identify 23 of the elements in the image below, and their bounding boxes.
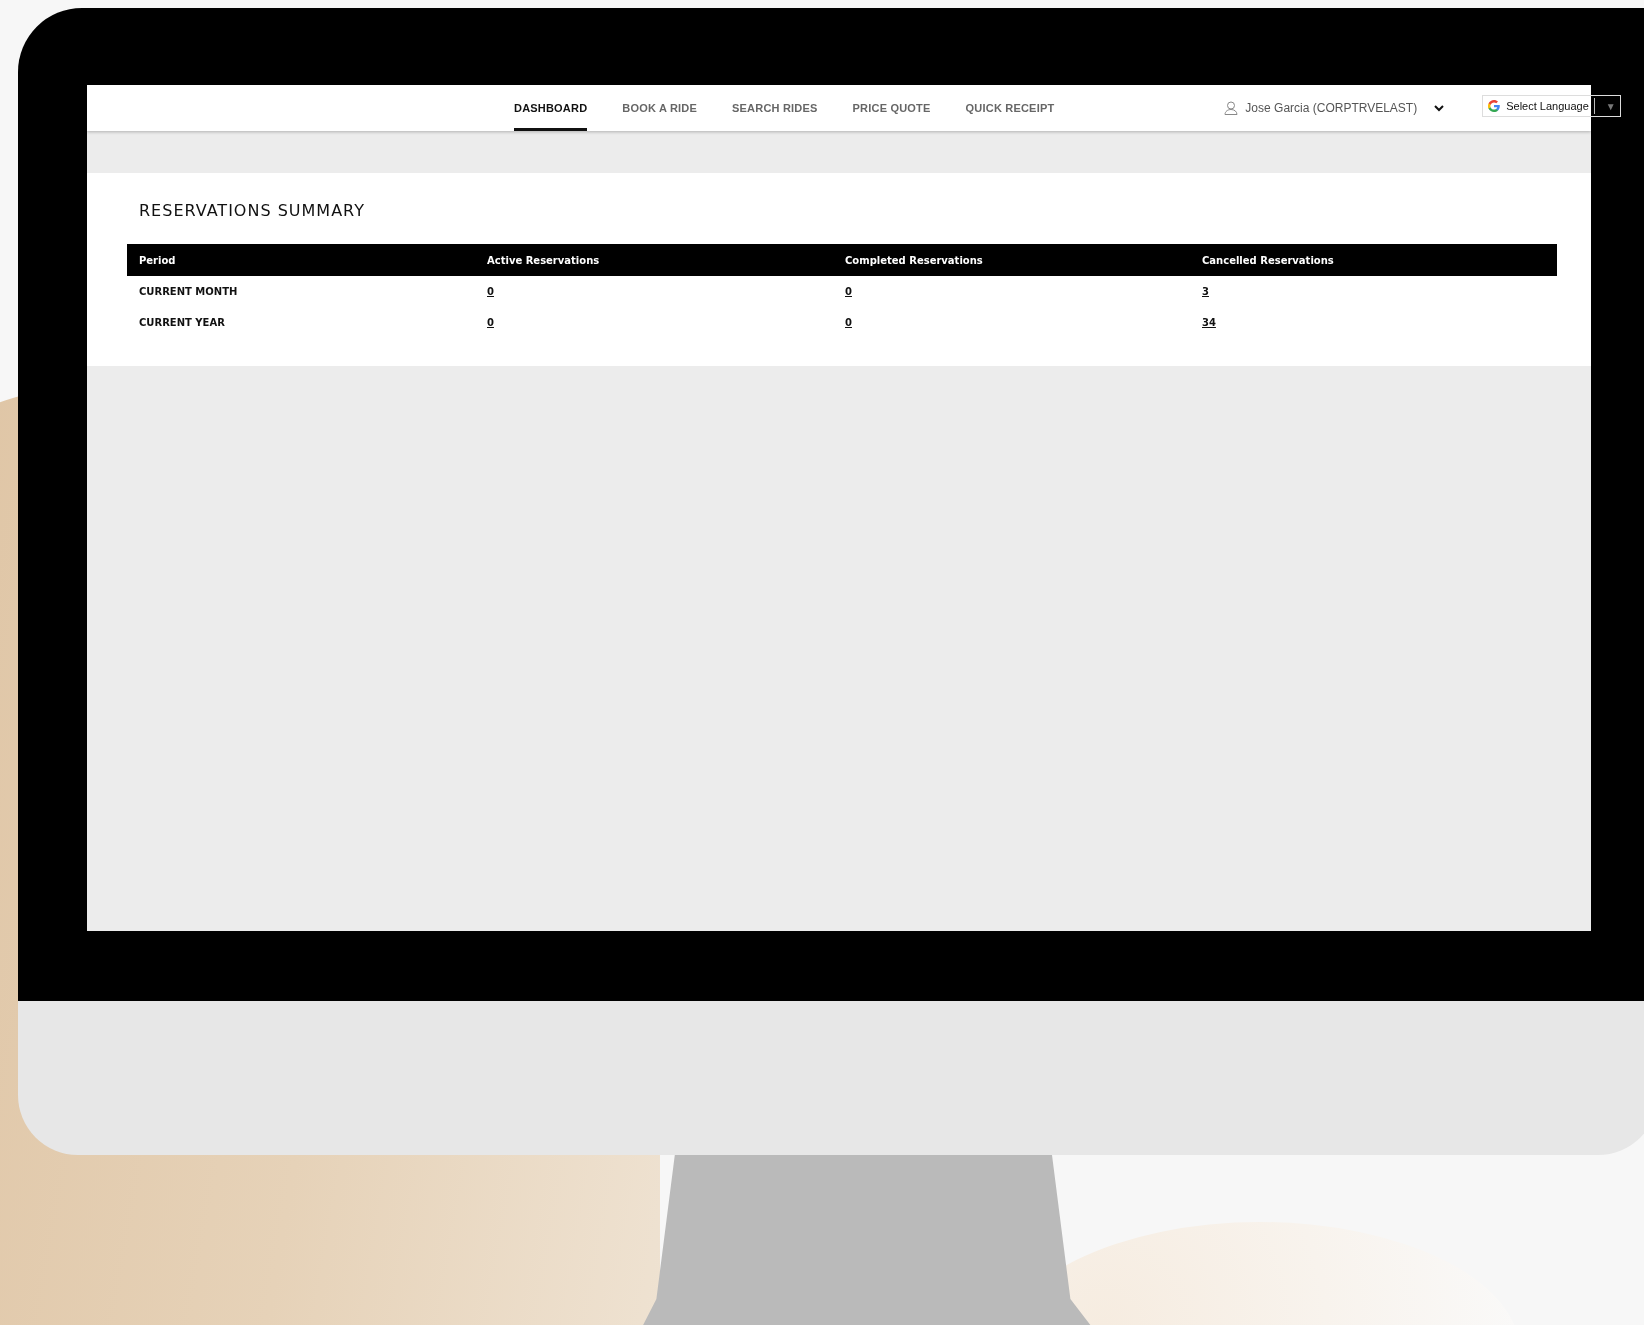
count-link[interactable]: 34 <box>1202 317 1216 328</box>
nav-tab[interactable]: SEARCH RIDES <box>732 85 818 131</box>
user-icon <box>1224 101 1239 115</box>
count-link[interactable]: 0 <box>845 286 852 297</box>
user-menu[interactable]: Jose Garcia (CORPTRVELAST) <box>1224 85 1445 131</box>
count-link[interactable]: 0 <box>487 286 494 297</box>
column-header: Completed Reservations <box>833 244 1190 276</box>
column-header: Cancelled Reservations <box>1190 244 1557 276</box>
chevron-down-icon <box>1434 104 1445 112</box>
g-logo-icon <box>1487 99 1502 113</box>
language-select[interactable]: Select Language ▼ <box>1482 95 1621 117</box>
count-link[interactable]: 0 <box>845 317 852 328</box>
nav-tab[interactable]: BOOK A RIDE <box>622 85 698 131</box>
nav-tab[interactable]: DASHBOARD <box>514 85 588 131</box>
nav-tab[interactable]: PRICE QUOTE <box>852 85 931 131</box>
period-cell-text: CURRENT YEAR <box>138 316 226 330</box>
period-cell-text: CURRENT MONTH <box>138 285 239 299</box>
count-link[interactable]: 0 <box>487 317 494 328</box>
column-header: Active Reservations <box>475 244 833 276</box>
nav-tab[interactable]: QUICK RECEIPT <box>965 85 1055 131</box>
count-link[interactable]: 3 <box>1202 286 1209 297</box>
column-header: Period <box>127 244 475 276</box>
section-title: RESERVATIONS SUMMARY <box>139 201 366 220</box>
